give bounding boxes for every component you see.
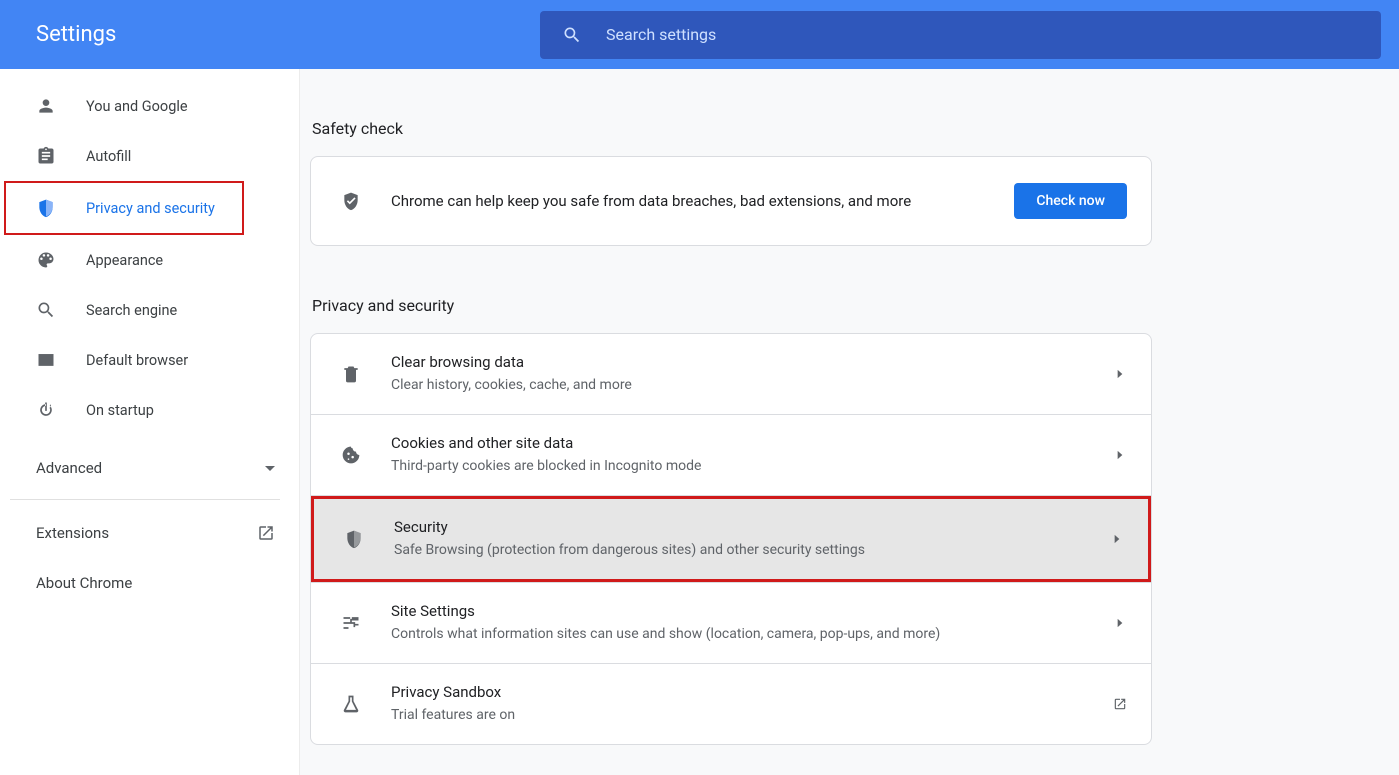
sidebar-item-label: Default browser [86,352,188,369]
section-title-privacy: Privacy and security [312,296,1152,315]
shield-icon [344,529,364,549]
clipboard-icon [36,146,56,166]
sidebar-item-appearance[interactable]: Appearance [0,235,299,285]
sidebar-item-label: Autofill [86,148,131,165]
person-icon [36,96,56,116]
sidebar-item-autofill[interactable]: Autofill [0,131,299,181]
sidebar-item-you-and-google[interactable]: You and Google [0,81,299,131]
flask-icon [341,694,361,714]
row-security[interactable]: Security Safe Browsing (protection from … [311,496,1151,582]
row-subtitle: Clear history, cookies, cache, and more [391,375,1113,396]
cookie-icon [341,445,361,465]
sidebar-item-default-browser[interactable]: Default browser [0,335,299,385]
sidebar-item-label: Advanced [36,459,102,477]
safety-check-text: Chrome can help keep you safe from data … [391,191,1014,212]
trash-icon [341,364,361,384]
sidebar: You and Google Autofill Privacy and secu… [0,69,300,775]
search-icon [562,25,582,45]
sidebar-item-label: Privacy and security [86,200,215,217]
sidebar-item-label: Extensions [36,524,109,542]
chevron-right-icon [1113,367,1127,381]
row-title: Clear browsing data [391,352,1113,373]
privacy-card: Clear browsing data Clear history, cooki… [310,333,1152,745]
row-privacy-sandbox[interactable]: Privacy Sandbox Trial features are on [311,664,1151,744]
sidebar-item-label: You and Google [86,98,188,115]
row-subtitle: Controls what information sites can use … [391,624,1113,645]
chevron-down-icon [265,466,275,471]
search-bar[interactable] [540,11,1381,59]
divider [10,499,280,500]
app-header: Settings [0,0,1399,69]
sidebar-item-privacy-and-security[interactable]: Privacy and security [6,183,242,233]
tune-icon [341,613,361,633]
row-clear-browsing-data[interactable]: Clear browsing data Clear history, cooki… [311,334,1151,414]
sidebar-item-label: On startup [86,402,154,419]
chevron-right-icon [1113,448,1127,462]
safety-check-card: Chrome can help keep you safe from data … [310,156,1152,246]
chevron-right-icon [1110,532,1124,546]
check-now-button[interactable]: Check now [1014,183,1127,219]
sidebar-item-label: Appearance [86,252,163,269]
chevron-right-icon [1113,616,1127,630]
safety-check-row: Chrome can help keep you safe from data … [311,157,1151,245]
row-title: Privacy Sandbox [391,682,1113,703]
row-cookies[interactable]: Cookies and other site data Third-party … [311,415,1151,495]
sidebar-item-on-startup[interactable]: On startup [0,385,299,435]
row-subtitle: Safe Browsing (protection from dangerous… [394,540,1110,561]
sidebar-about-chrome[interactable]: About Chrome [0,558,299,608]
row-title: Security [394,517,1110,538]
palette-icon [36,250,56,270]
power-icon [36,400,56,420]
row-site-settings[interactable]: Site Settings Controls what information … [311,583,1151,663]
browser-icon [36,350,56,370]
page-title: Settings [36,22,540,47]
search-icon [36,300,56,320]
main-content: Safety check Chrome can help keep you sa… [300,69,1399,775]
sidebar-extensions[interactable]: Extensions [0,508,299,558]
section-title-safety: Safety check [312,119,1152,138]
row-subtitle: Third-party cookies are blocked in Incog… [391,456,1113,477]
sidebar-item-label: Search engine [86,302,177,319]
shield-check-icon [341,191,361,211]
sidebar-item-label: About Chrome [36,574,132,592]
row-title: Site Settings [391,601,1113,622]
open-in-new-icon [1113,697,1127,711]
row-subtitle: Trial features are on [391,705,1113,726]
shield-icon [36,198,56,218]
search-input[interactable] [604,24,1359,45]
row-title: Cookies and other site data [391,433,1113,454]
open-in-new-icon [257,524,275,542]
sidebar-item-search-engine[interactable]: Search engine [0,285,299,335]
sidebar-advanced[interactable]: Advanced [0,445,299,491]
